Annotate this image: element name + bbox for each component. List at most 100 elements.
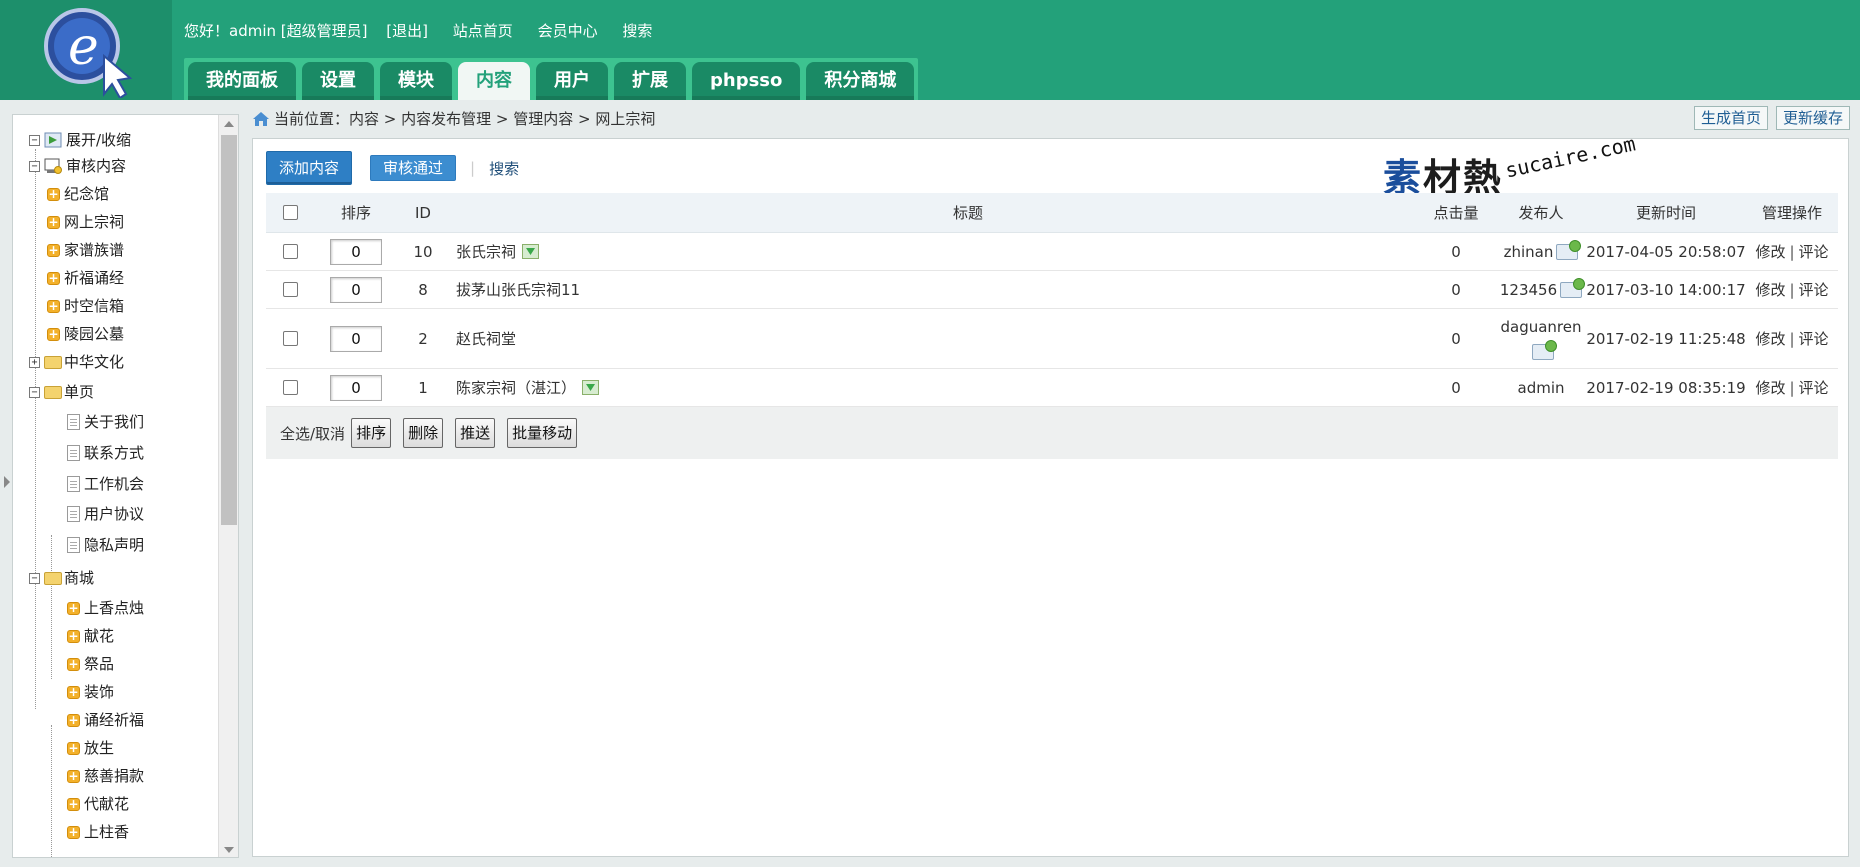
batch-move-button[interactable]: 批量移动 xyxy=(507,418,578,448)
search-link[interactable]: 搜索 xyxy=(489,158,519,179)
table-row: 0 10 张氏宗祠 0 zhinan 2017-04-05 20:58:07 修… xyxy=(266,233,1838,271)
comment-link[interactable]: 评论 xyxy=(1799,328,1829,349)
tab-settings[interactable]: 设置 xyxy=(302,62,374,100)
sidebar-item-label: 展开/收缩 xyxy=(66,131,132,149)
sidebar-item-charity[interactable]: + 慈善捐款 xyxy=(67,765,144,787)
collapse-toggle-icon[interactable]: − xyxy=(29,160,40,172)
sidebar-item-offerings[interactable]: + 祭品 xyxy=(67,653,114,675)
tab-modules[interactable]: 模块 xyxy=(380,62,452,100)
edit-link[interactable]: 修改 xyxy=(1755,241,1785,262)
comment-link[interactable]: 评论 xyxy=(1799,241,1829,262)
order-input[interactable]: 0 xyxy=(330,374,382,401)
tree-guide-line xyxy=(35,149,36,709)
row-checkbox[interactable] xyxy=(282,282,298,297)
order-input[interactable]: 0 xyxy=(330,238,382,265)
sidebar-item-flowers[interactable]: + 献花 xyxy=(67,625,114,647)
sidebar-item-audit-content[interactable]: − 审核内容 xyxy=(29,155,126,177)
order-cell: 0 xyxy=(314,233,398,270)
sort-button[interactable]: 排序 xyxy=(351,418,392,448)
comment-link[interactable]: 评论 xyxy=(1799,377,1829,398)
logo-area: e xyxy=(0,0,172,100)
hits-cell: 0 xyxy=(1451,280,1461,299)
sidebar-item-prayer-chanting[interactable]: + 祈福诵经 xyxy=(47,267,124,289)
title-link[interactable]: 赵氏祠堂 xyxy=(456,328,516,349)
sidebar-item-chanting-blessing[interactable]: + 诵经祈福 xyxy=(67,709,144,731)
tab-phpsso[interactable]: phpsso xyxy=(692,62,801,100)
sidebar-item-label: 时空信箱 xyxy=(64,297,125,315)
sidebar-item-time-mailbox[interactable]: + 时空信箱 xyxy=(47,295,124,317)
select-all-toggle[interactable]: 全选/取消 xyxy=(280,423,345,444)
title-link[interactable]: 陈家宗祠（湛江） xyxy=(456,377,576,398)
sidebar-item-genealogy[interactable]: + 家谱族谱 xyxy=(47,239,124,261)
row-checkbox[interactable] xyxy=(282,331,298,346)
home-icon xyxy=(253,112,269,126)
sidebar-collapse-arrow-icon[interactable] xyxy=(4,476,10,488)
sidebar-item-incense-candles[interactable]: + 上香点烛 xyxy=(67,597,144,619)
tab-content[interactable]: 内容 xyxy=(458,62,530,100)
sidebar-item-release-life[interactable]: + 放生 xyxy=(67,737,114,759)
row-checkbox[interactable] xyxy=(282,244,298,259)
order-input[interactable]: 0 xyxy=(330,276,382,303)
title-link[interactable]: 张氏宗祠 xyxy=(456,241,516,262)
sidebar-item-cemetery[interactable]: + 陵园公墓 xyxy=(47,323,124,345)
plus-icon: + xyxy=(67,712,80,727)
sidebar-item-decorations[interactable]: + 装饰 xyxy=(67,681,114,703)
phpcms-logo[interactable]: e xyxy=(38,2,138,98)
tab-users[interactable]: 用户 xyxy=(536,62,608,100)
sidebar-item-proxy-flowers[interactable]: + 代献花 xyxy=(67,793,129,815)
sidebar-item-offer-incense[interactable]: + 上柱香 xyxy=(67,821,129,843)
collapse-toggle-icon[interactable]: − xyxy=(29,572,40,584)
row-checkbox[interactable] xyxy=(282,380,298,395)
tree-guide-line xyxy=(51,725,52,857)
title-link[interactable]: 拔茅山张氏宗祠11 xyxy=(456,279,580,300)
search-link[interactable]: 搜索 xyxy=(622,22,652,40)
action-separator: | xyxy=(470,159,476,177)
sidebar-item-privacy[interactable]: 隐私声明 xyxy=(67,534,144,556)
id-cell: 8 xyxy=(418,280,428,299)
sidebar-item-label: 诵经祈福 xyxy=(84,711,145,729)
collapse-toggle-icon[interactable]: − xyxy=(29,134,40,146)
scroll-down-arrow-icon[interactable] xyxy=(224,847,234,853)
sidebar-item-label: 工作机会 xyxy=(84,475,145,493)
add-content-button[interactable]: 添加内容 xyxy=(266,151,353,185)
logout-link[interactable]: [退出] xyxy=(386,22,428,40)
scroll-thumb[interactable] xyxy=(221,135,237,525)
edit-link[interactable]: 修改 xyxy=(1755,377,1785,398)
user-info-icon[interactable] xyxy=(1531,339,1557,360)
sidebar-item-jobs[interactable]: 工作机会 xyxy=(67,473,144,495)
tab-points-mall[interactable]: 积分商城 xyxy=(806,62,915,100)
sidebar-item-memorial-hall[interactable]: + 纪念馆 xyxy=(47,183,109,205)
edit-link[interactable]: 修改 xyxy=(1755,328,1785,349)
edit-link[interactable]: 修改 xyxy=(1755,279,1785,300)
id-cell: 10 xyxy=(413,242,433,261)
order-input[interactable]: 0 xyxy=(330,325,382,352)
sidebar-item-expand-collapse[interactable]: − 展开/收缩 xyxy=(29,129,131,151)
member-center-link[interactable]: 会员中心 xyxy=(538,22,598,40)
scroll-up-arrow-icon[interactable] xyxy=(224,121,234,127)
comment-link[interactable]: 评论 xyxy=(1799,279,1829,300)
audit-pass-button[interactable]: 审核通过 xyxy=(370,155,457,181)
delete-button[interactable]: 删除 xyxy=(403,418,444,448)
table-row: 0 1 陈家宗祠（湛江） 0 admin 2017-02-19 08:35:19… xyxy=(266,369,1838,407)
sidebar-item-online-ancestral-hall[interactable]: + 网上宗祠 xyxy=(47,211,124,233)
hits-cell: 0 xyxy=(1451,242,1461,261)
collapse-toggle-icon[interactable]: − xyxy=(29,386,40,398)
sidebar-item-contact[interactable]: 联系方式 xyxy=(67,442,144,464)
generate-home-button[interactable]: 生成首页 xyxy=(1693,106,1768,130)
user-info-icon[interactable] xyxy=(1560,277,1586,298)
tab-extensions[interactable]: 扩展 xyxy=(614,62,686,100)
tab-my-panel[interactable]: 我的面板 xyxy=(188,62,296,100)
expand-toggle-icon[interactable]: + xyxy=(29,356,40,368)
sidebar-scrollbar[interactable] xyxy=(218,115,238,857)
sidebar-item-user-agreement[interactable]: 用户协议 xyxy=(67,503,144,525)
sidebar-item-chinese-culture[interactable]: + 中华文化 xyxy=(29,351,124,373)
sidebar-item-about-us[interactable]: 关于我们 xyxy=(67,411,144,433)
updated-cell: 2017-02-19 11:25:48 xyxy=(1586,329,1746,348)
sidebar-item-mall[interactable]: − 商城 xyxy=(29,567,94,589)
push-button[interactable]: 推送 xyxy=(455,418,496,448)
select-all-checkbox[interactable] xyxy=(282,205,298,220)
update-cache-button[interactable]: 更新缓存 xyxy=(1775,106,1850,130)
site-home-link[interactable]: 站点首页 xyxy=(453,22,513,40)
sidebar-item-single-page[interactable]: − 单页 xyxy=(29,381,94,403)
user-info-icon[interactable] xyxy=(1556,239,1582,260)
